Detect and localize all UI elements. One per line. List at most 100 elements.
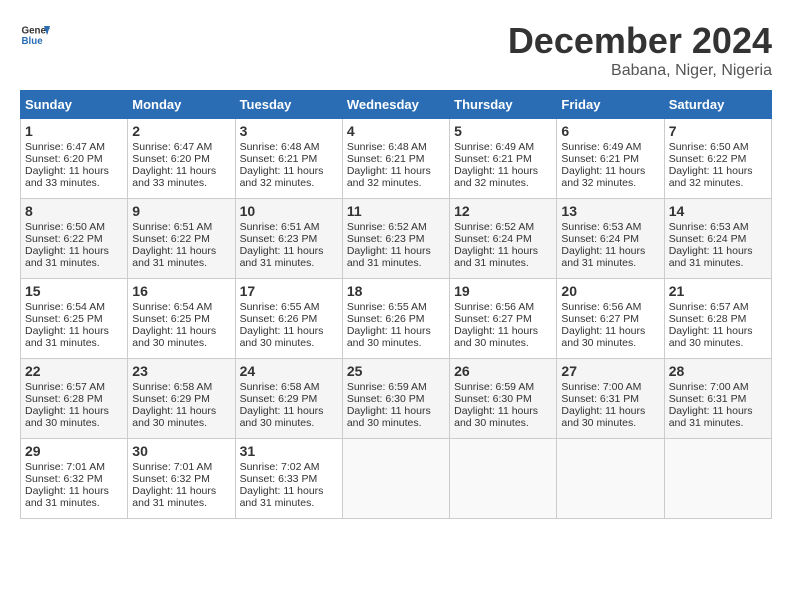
- table-row: 27Sunrise: 7:00 AMSunset: 6:31 PMDayligh…: [557, 359, 664, 439]
- day-info: Sunrise: 6:57 AM: [669, 301, 767, 313]
- day-number: 21: [669, 283, 767, 299]
- day-number: 19: [454, 283, 552, 299]
- day-info: Sunrise: 6:57 AM: [25, 381, 123, 393]
- day-info: Daylight: 11 hours and 30 minutes.: [240, 405, 338, 429]
- table-row: [450, 439, 557, 519]
- day-info: Daylight: 11 hours and 30 minutes.: [561, 405, 659, 429]
- table-row: 26Sunrise: 6:59 AMSunset: 6:30 PMDayligh…: [450, 359, 557, 439]
- day-number: 30: [132, 443, 230, 459]
- table-row: 30Sunrise: 7:01 AMSunset: 6:32 PMDayligh…: [128, 439, 235, 519]
- day-number: 23: [132, 363, 230, 379]
- table-row: 5Sunrise: 6:49 AMSunset: 6:21 PMDaylight…: [450, 119, 557, 199]
- col-saturday: Saturday: [664, 91, 771, 119]
- day-info: Daylight: 11 hours and 30 minutes.: [454, 405, 552, 429]
- day-number: 13: [561, 203, 659, 219]
- day-number: 14: [669, 203, 767, 219]
- day-info: Daylight: 11 hours and 31 minutes.: [240, 245, 338, 269]
- table-row: 8Sunrise: 6:50 AMSunset: 6:22 PMDaylight…: [21, 199, 128, 279]
- table-row: 20Sunrise: 6:56 AMSunset: 6:27 PMDayligh…: [557, 279, 664, 359]
- day-number: 1: [25, 123, 123, 139]
- table-row: 17Sunrise: 6:55 AMSunset: 6:26 PMDayligh…: [235, 279, 342, 359]
- day-number: 9: [132, 203, 230, 219]
- day-number: 15: [25, 283, 123, 299]
- day-info: Daylight: 11 hours and 31 minutes.: [25, 245, 123, 269]
- table-row: 23Sunrise: 6:58 AMSunset: 6:29 PMDayligh…: [128, 359, 235, 439]
- svg-text:Blue: Blue: [22, 36, 44, 47]
- day-info: Daylight: 11 hours and 31 minutes.: [25, 485, 123, 509]
- day-info: Daylight: 11 hours and 30 minutes.: [347, 325, 445, 349]
- day-info: Sunrise: 6:59 AM: [347, 381, 445, 393]
- day-info: Sunset: 6:25 PM: [132, 313, 230, 325]
- day-number: 6: [561, 123, 659, 139]
- day-info: Sunrise: 6:49 AM: [454, 141, 552, 153]
- table-row: 25Sunrise: 6:59 AMSunset: 6:30 PMDayligh…: [342, 359, 449, 439]
- day-info: Sunset: 6:22 PM: [669, 153, 767, 165]
- day-info: Sunset: 6:28 PM: [25, 393, 123, 405]
- day-info: Sunset: 6:30 PM: [454, 393, 552, 405]
- day-number: 2: [132, 123, 230, 139]
- day-info: Daylight: 11 hours and 31 minutes.: [561, 245, 659, 269]
- table-row: 16Sunrise: 6:54 AMSunset: 6:25 PMDayligh…: [128, 279, 235, 359]
- day-info: Daylight: 11 hours and 31 minutes.: [669, 405, 767, 429]
- table-row: 21Sunrise: 6:57 AMSunset: 6:28 PMDayligh…: [664, 279, 771, 359]
- day-number: 3: [240, 123, 338, 139]
- day-info: Daylight: 11 hours and 32 minutes.: [669, 165, 767, 189]
- calendar-row: 29Sunrise: 7:01 AMSunset: 6:32 PMDayligh…: [21, 439, 772, 519]
- day-info: Sunrise: 6:52 AM: [347, 221, 445, 233]
- day-info: Sunrise: 6:56 AM: [454, 301, 552, 313]
- day-number: 16: [132, 283, 230, 299]
- day-info: Sunrise: 6:49 AM: [561, 141, 659, 153]
- calendar-header-row: Sunday Monday Tuesday Wednesday Thursday…: [21, 91, 772, 119]
- table-row: [557, 439, 664, 519]
- day-info: Daylight: 11 hours and 30 minutes.: [347, 405, 445, 429]
- day-number: 17: [240, 283, 338, 299]
- table-row: 7Sunrise: 6:50 AMSunset: 6:22 PMDaylight…: [664, 119, 771, 199]
- day-info: Sunrise: 7:01 AM: [132, 461, 230, 473]
- day-info: Sunrise: 6:47 AM: [25, 141, 123, 153]
- day-info: Sunset: 6:21 PM: [561, 153, 659, 165]
- month-title: December 2024: [508, 20, 772, 62]
- day-number: 27: [561, 363, 659, 379]
- day-info: Sunset: 6:22 PM: [132, 233, 230, 245]
- table-row: 19Sunrise: 6:56 AMSunset: 6:27 PMDayligh…: [450, 279, 557, 359]
- day-info: Daylight: 11 hours and 31 minutes.: [669, 245, 767, 269]
- day-info: Daylight: 11 hours and 33 minutes.: [25, 165, 123, 189]
- day-info: Daylight: 11 hours and 32 minutes.: [240, 165, 338, 189]
- table-row: 29 Sunrise: 7:01 AMSunset: 6:32 PMDayligh…: [21, 439, 128, 519]
- day-info: Sunrise: 7:00 AM: [561, 381, 659, 393]
- day-info: Daylight: 11 hours and 31 minutes.: [132, 245, 230, 269]
- day-info: Sunrise: 6:54 AM: [132, 301, 230, 313]
- day-info: Sunset: 6:29 PM: [132, 393, 230, 405]
- calendar-table: Sunday Monday Tuesday Wednesday Thursday…: [20, 90, 772, 519]
- table-row: 6Sunrise: 6:49 AMSunset: 6:21 PMDaylight…: [557, 119, 664, 199]
- calendar-row: 8Sunrise: 6:50 AMSunset: 6:22 PMDaylight…: [21, 199, 772, 279]
- day-info: Sunset: 6:32 PM: [25, 473, 123, 485]
- col-tuesday: Tuesday: [235, 91, 342, 119]
- day-info: Sunset: 6:26 PM: [240, 313, 338, 325]
- day-info: Sunrise: 7:01 AM: [25, 461, 123, 473]
- day-number: 8: [25, 203, 123, 219]
- title-block: December 2024 Babana, Niger, Nigeria: [508, 20, 772, 80]
- day-info: Daylight: 11 hours and 32 minutes.: [454, 165, 552, 189]
- table-row: 14Sunrise: 6:53 AMSunset: 6:24 PMDayligh…: [664, 199, 771, 279]
- day-info: Sunrise: 6:50 AM: [25, 221, 123, 233]
- day-info: Daylight: 11 hours and 31 minutes.: [347, 245, 445, 269]
- day-info: Sunrise: 6:59 AM: [454, 381, 552, 393]
- day-number: 7: [669, 123, 767, 139]
- day-info: Daylight: 11 hours and 30 minutes.: [25, 405, 123, 429]
- day-number: 18: [347, 283, 445, 299]
- location-title: Babana, Niger, Nigeria: [508, 62, 772, 80]
- day-info: Daylight: 11 hours and 31 minutes.: [240, 485, 338, 509]
- table-row: 1Sunrise: 6:47 AMSunset: 6:20 PMDaylight…: [21, 119, 128, 199]
- day-number: 24: [240, 363, 338, 379]
- day-number: 29: [25, 443, 123, 459]
- col-thursday: Thursday: [450, 91, 557, 119]
- day-info: Sunrise: 7:02 AM: [240, 461, 338, 473]
- day-info: Sunset: 6:23 PM: [240, 233, 338, 245]
- table-row: 2Sunrise: 6:47 AMSunset: 6:20 PMDaylight…: [128, 119, 235, 199]
- table-row: 24Sunrise: 6:58 AMSunset: 6:29 PMDayligh…: [235, 359, 342, 439]
- day-info: Sunset: 6:27 PM: [454, 313, 552, 325]
- day-info: Sunset: 6:20 PM: [132, 153, 230, 165]
- day-info: Sunrise: 6:53 AM: [561, 221, 659, 233]
- day-info: Sunset: 6:26 PM: [347, 313, 445, 325]
